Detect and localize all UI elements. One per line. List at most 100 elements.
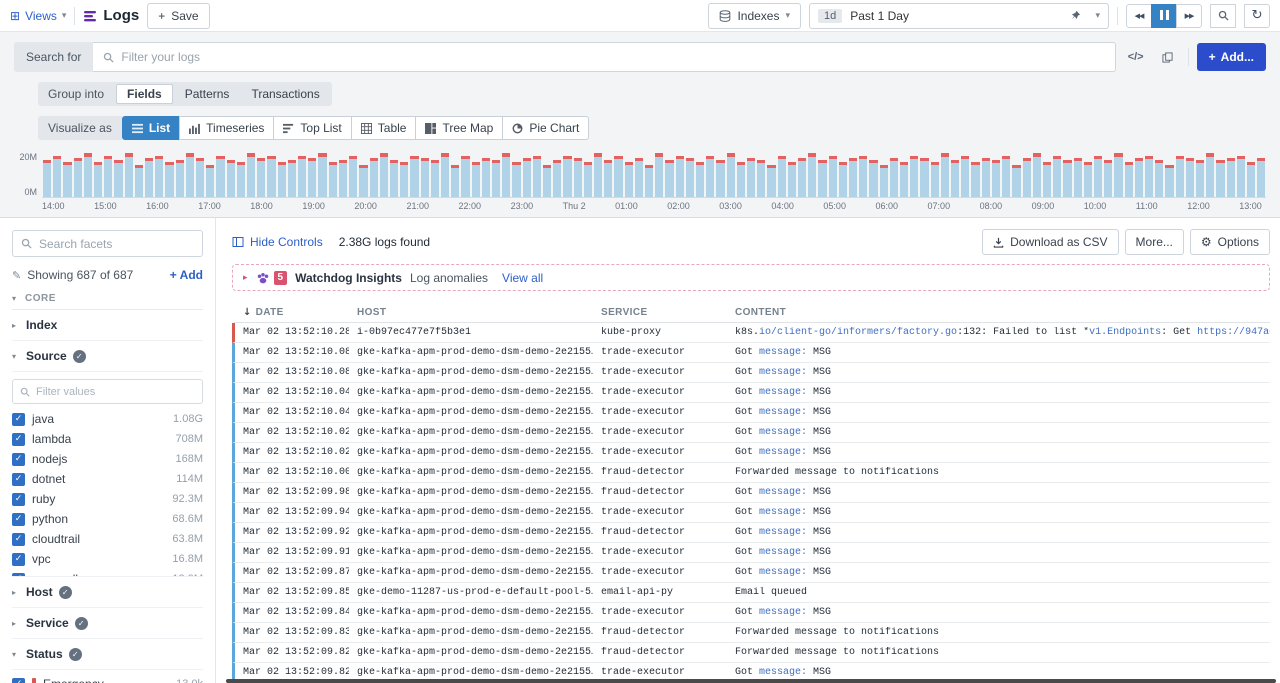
expand-chevron-icon[interactable]: ▸ <box>243 273 248 283</box>
histogram-bar[interactable] <box>604 160 612 197</box>
histogram-bar[interactable] <box>308 158 316 197</box>
log-row[interactable]: Mar 02 13:52:09.982gke-kafka-apm-prod-de… <box>232 483 1270 503</box>
histogram-bar[interactable] <box>1053 156 1061 197</box>
log-row[interactable]: Mar 02 13:52:10.088gke-kafka-apm-prod-de… <box>232 343 1270 363</box>
histogram-bar[interactable] <box>1155 160 1163 197</box>
facet-status-toggle[interactable]: ▾ Status ✓ <box>12 639 203 670</box>
histogram-bar[interactable] <box>298 156 306 197</box>
log-row[interactable]: Mar 02 13:52:09.944gke-kafka-apm-prod-de… <box>232 503 1270 523</box>
facet-item-python[interactable]: ✓python68.6M <box>12 509 203 529</box>
histogram-bar[interactable] <box>808 153 816 197</box>
histogram-bar[interactable] <box>992 160 1000 197</box>
histogram-bar[interactable] <box>461 156 469 197</box>
histogram-bar[interactable] <box>737 162 745 197</box>
checkbox-checked[interactable]: ✓ <box>12 533 25 546</box>
histogram-bar[interactable] <box>410 156 418 197</box>
histogram-bar[interactable] <box>625 162 633 197</box>
histogram-bar[interactable] <box>1114 153 1122 197</box>
histogram-bar[interactable] <box>196 158 204 197</box>
histogram-bar[interactable] <box>553 160 561 197</box>
options-button[interactable]: ⚙ Options <box>1190 229 1270 255</box>
facet-search-input[interactable] <box>39 237 194 251</box>
histogram-bar[interactable] <box>155 156 163 197</box>
histogram-bar[interactable] <box>869 160 877 197</box>
histogram-bar[interactable] <box>84 153 92 197</box>
facet-item-lambda[interactable]: ✓lambda708M <box>12 429 203 449</box>
pause-button[interactable] <box>1151 4 1177 28</box>
facet-index-toggle[interactable]: ▸ Index <box>12 310 203 341</box>
histogram-bar[interactable] <box>910 156 918 197</box>
log-row[interactable]: Mar 02 13:52:10.048gke-kafka-apm-prod-de… <box>232 403 1270 423</box>
histogram-bar[interactable] <box>400 162 408 197</box>
log-row[interactable]: Mar 02 13:52:10.086gke-kafka-apm-prod-de… <box>232 363 1270 383</box>
checkbox-checked[interactable]: ✓ <box>12 433 25 446</box>
viz-tab-tree-map[interactable]: Tree Map <box>415 116 503 140</box>
histogram-bar[interactable] <box>696 162 704 197</box>
histogram-bar[interactable] <box>288 160 296 197</box>
histogram-bar[interactable] <box>1125 162 1133 197</box>
histogram-bar[interactable] <box>1176 156 1184 197</box>
add-button[interactable]: + Add... <box>1197 43 1266 71</box>
histogram-bar[interactable] <box>125 153 133 197</box>
core-section-toggle[interactable]: ▾ CORE <box>12 286 203 310</box>
log-row[interactable]: Mar 02 13:52:09.841gke-kafka-apm-prod-de… <box>232 603 1270 623</box>
histogram-bar[interactable] <box>1196 160 1204 197</box>
histogram-bar[interactable] <box>216 156 224 197</box>
viz-tab-table[interactable]: Table <box>351 116 417 140</box>
view-all-link[interactable]: View all <box>502 271 543 285</box>
histogram-bar[interactable] <box>665 160 673 197</box>
histogram-bar[interactable] <box>1145 156 1153 197</box>
histogram-bar[interactable] <box>63 162 71 197</box>
viz-tab-list[interactable]: List <box>122 116 180 140</box>
histogram-bar[interactable] <box>1135 158 1143 197</box>
hide-controls-link[interactable]: Hide Controls <box>232 235 323 249</box>
histogram-bar[interactable] <box>267 156 275 197</box>
zoom-button[interactable] <box>1210 4 1236 28</box>
histogram-bar[interactable] <box>716 160 724 197</box>
horizontal-scrollbar[interactable] <box>226 679 1276 683</box>
log-row[interactable]: Mar 02 13:52:09.873gke-kafka-apm-prod-de… <box>232 563 1270 583</box>
histogram-bar[interactable] <box>339 160 347 197</box>
histogram-bar[interactable] <box>686 158 694 197</box>
time-range-picker[interactable]: 1d Past 1 Day ▾ <box>809 3 1109 29</box>
log-row[interactable]: Mar 02 13:52:09.911gke-kafka-apm-prod-de… <box>232 543 1270 563</box>
histogram-bar[interactable] <box>482 158 490 197</box>
viz-tab-timeseries[interactable]: Timeseries <box>179 116 274 140</box>
histogram-bar[interactable] <box>165 162 173 197</box>
histogram-bar[interactable] <box>104 156 112 197</box>
checkbox-checked[interactable]: ✓ <box>12 473 25 486</box>
histogram-bar[interactable] <box>94 162 102 197</box>
histogram-bar[interactable] <box>1033 153 1041 197</box>
checkbox-checked[interactable]: ✓ <box>12 493 25 506</box>
histogram-bar[interactable] <box>655 153 663 197</box>
histogram-bar[interactable] <box>441 153 449 197</box>
histogram-bar[interactable] <box>676 156 684 197</box>
log-row[interactable]: Mar 02 13:52:10.027gke-kafka-apm-prod-de… <box>232 423 1270 443</box>
histogram-bar[interactable] <box>512 162 520 197</box>
histogram-bar[interactable] <box>472 162 480 197</box>
histogram-bar[interactable] <box>43 160 51 197</box>
histogram-bar[interactable] <box>1257 158 1265 197</box>
indexes-dropdown[interactable]: Indexes ▾ <box>708 3 801 29</box>
histogram-bar[interactable] <box>1227 158 1235 197</box>
histogram-bar[interactable] <box>74 158 82 197</box>
viz-tab-top-list[interactable]: Top List <box>273 116 351 140</box>
histogram-bar[interactable] <box>1074 158 1082 197</box>
histogram-bar[interactable] <box>359 165 367 197</box>
facet-host-toggle[interactable]: ▸ Host ✓ <box>12 577 203 608</box>
histogram-bar[interactable] <box>502 153 510 197</box>
histogram-bar[interactable] <box>278 162 286 197</box>
histogram-bar[interactable] <box>859 156 867 197</box>
histogram-bar[interactable] <box>114 160 122 197</box>
add-facet-link[interactable]: + Add <box>170 268 203 282</box>
log-row[interactable]: Mar 02 13:52:09.824gke-kafka-apm-prod-de… <box>232 643 1270 663</box>
histogram-bar[interactable] <box>145 158 153 197</box>
refresh-button[interactable]: ↻ <box>1244 4 1270 28</box>
histogram-bar[interactable] <box>1002 156 1010 197</box>
facet-search[interactable] <box>12 230 203 257</box>
histogram-bar[interactable] <box>523 158 531 197</box>
checkbox-checked[interactable]: ✓ <box>12 553 25 566</box>
facet-item-mongodb[interactable]: ✓mongodb13.9M <box>12 569 203 577</box>
histogram-bar[interactable] <box>451 165 459 197</box>
watchdog-banner[interactable]: ▸ 5 Watchdog Insights Log anomalies View… <box>232 264 1270 291</box>
